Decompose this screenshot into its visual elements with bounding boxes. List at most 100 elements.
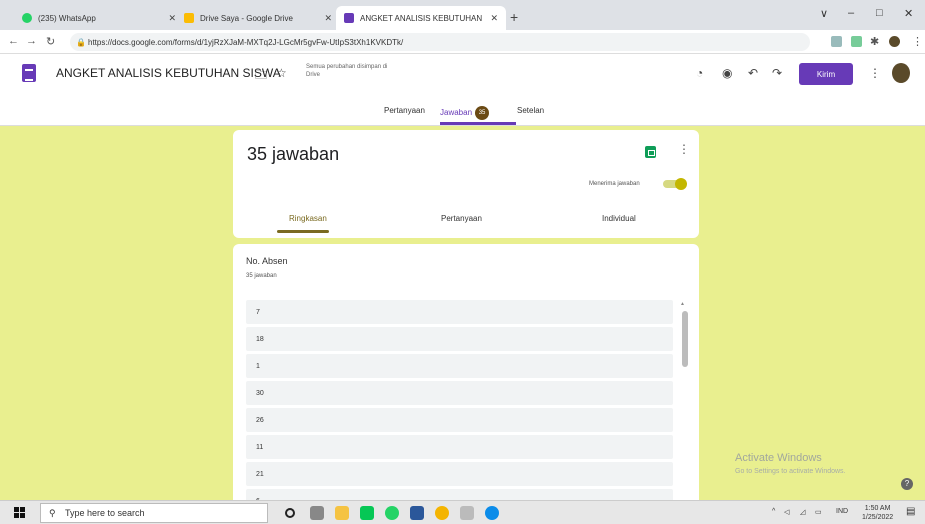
- tab-search-icon[interactable]: ∨: [820, 7, 828, 20]
- list-item: 18: [246, 327, 673, 351]
- clock[interactable]: 1:50 AM 1/25/2022: [862, 504, 893, 522]
- palette-icon[interactable]: ◔: [696, 66, 703, 80]
- list-item: 1: [246, 354, 673, 378]
- scrollbar-thumb[interactable]: [682, 311, 688, 367]
- accepting-responses-toggle[interactable]: [663, 178, 687, 190]
- network-icon[interactable]: ◿: [800, 508, 805, 516]
- list-item: 6: [246, 489, 673, 500]
- close-tab-icon[interactable]: ✕: [490, 13, 498, 24]
- notification-icon[interactable]: ▤: [906, 506, 915, 517]
- send-button[interactable]: Kirim: [799, 63, 853, 85]
- responses-card: 35 jawaban ⋮ Menerima jawaban Ringkasan …: [233, 130, 699, 238]
- line-icon[interactable]: [360, 506, 374, 520]
- whatsapp-icon: [22, 13, 32, 23]
- reload-icon[interactable]: ↻: [46, 35, 55, 48]
- file-explorer-icon[interactable]: [335, 506, 349, 520]
- taskbar: ⚲ Type here to search ^ ◁ ◿ ▭ IND 1:50 A…: [0, 500, 925, 524]
- preview-eye-icon[interactable]: ◉: [722, 66, 732, 80]
- word-icon[interactable]: [410, 506, 424, 520]
- new-tab-button[interactable]: +: [510, 9, 518, 25]
- close-window-button[interactable]: ✕: [904, 7, 913, 20]
- more-options-icon[interactable]: ⋮: [869, 66, 881, 80]
- tab-label: ANGKET ANALISIS KEBUTUHAN: [360, 13, 483, 23]
- app-icon[interactable]: [460, 506, 474, 520]
- tray-chevron-icon[interactable]: ^: [772, 508, 775, 515]
- responses-count-title: 35 jawaban: [247, 144, 340, 164]
- tab-google-drive[interactable]: Drive Saya - Google Drive ✕: [176, 6, 340, 30]
- activate-windows-title: Activate Windows: [735, 452, 822, 464]
- windows-start-icon[interactable]: [14, 507, 25, 518]
- extension-icon[interactable]: [851, 36, 862, 47]
- close-tab-icon[interactable]: ✕: [324, 13, 332, 24]
- activate-windows-subtitle: Go to Settings to activate Windows.: [735, 468, 846, 475]
- language-indicator[interactable]: IND: [836, 508, 848, 515]
- toggle-knob: [675, 178, 687, 190]
- list-item: 7: [246, 300, 673, 324]
- list-item: 21: [246, 462, 673, 486]
- question-response-count: 35 jawaban: [246, 273, 277, 279]
- taskbar-search-input[interactable]: ⚲ Type here to search: [40, 503, 268, 523]
- back-arrow-icon[interactable]: ←: [8, 35, 19, 47]
- browser-tab-bar: (235) WhatsApp ✕ Drive Saya - Google Dri…: [0, 0, 925, 30]
- tab-label: (235) WhatsApp: [38, 13, 96, 23]
- maximize-button[interactable]: □: [876, 7, 883, 19]
- lock-icon: 🔒: [76, 37, 86, 47]
- question-title: No. Absen: [246, 256, 288, 266]
- more-options-icon[interactable]: ⋮: [678, 142, 690, 156]
- search-placeholder: Type here to search: [65, 508, 145, 518]
- browser-menu-icon[interactable]: ⋮: [912, 35, 923, 48]
- list-item: 26: [246, 408, 673, 432]
- tab-settings[interactable]: Setelan: [517, 106, 544, 115]
- url-input[interactable]: 🔒 https://docs.google.com/forms/d/1yjRzX…: [70, 33, 810, 51]
- tab-individual[interactable]: Individual: [602, 214, 636, 223]
- address-bar-row: ← → ↻ 🔒 https://docs.google.com/forms/d/…: [0, 30, 925, 54]
- list-item: 30: [246, 381, 673, 405]
- answer-list[interactable]: 7 18 1 30 26 11 21 6: [246, 300, 673, 500]
- folder-icon[interactable]: 🗀: [255, 66, 267, 87]
- clock-date: 1/25/2022: [862, 514, 894, 521]
- form-title[interactable]: ANGKET ANALISIS KEBUTUHAN SISWA: [56, 66, 281, 80]
- tab-questions[interactable]: Pertanyaan: [384, 106, 425, 115]
- close-tab-icon[interactable]: ✕: [168, 13, 176, 24]
- edge-icon[interactable]: [485, 506, 499, 520]
- avatar[interactable]: [892, 63, 910, 83]
- redo-icon[interactable]: ↷: [772, 66, 782, 80]
- google-forms-logo-icon[interactable]: [22, 64, 36, 82]
- forward-arrow-icon[interactable]: →: [26, 35, 37, 47]
- scroll-up-arrow-icon[interactable]: ▲: [680, 301, 685, 307]
- tab-responses[interactable]: Jawaban 35: [440, 106, 490, 120]
- star-icon[interactable]: ☆: [276, 66, 287, 80]
- puzzle-icon[interactable]: ✱: [870, 35, 879, 48]
- cortana-icon[interactable]: [285, 508, 295, 518]
- google-sheets-icon[interactable]: [645, 146, 656, 158]
- search-icon: ⚲: [49, 507, 56, 518]
- tab-google-forms[interactable]: ANGKET ANALISIS KEBUTUHAN ✕: [336, 6, 506, 30]
- tab-summary[interactable]: Ringkasan: [289, 214, 327, 223]
- save-status: Semua perubahan disimpan di Drive: [306, 64, 388, 78]
- tab-question[interactable]: Pertanyaan: [441, 214, 482, 223]
- url-text: https://docs.google.com/forms/d/1yjRzXJa…: [88, 37, 404, 47]
- accepting-responses-label: Menerima jawaban: [589, 181, 640, 187]
- form-header: ANGKET ANALISIS KEBUTUHAN SISWA 🗀 ☆ Semu…: [0, 54, 925, 126]
- battery-icon[interactable]: ▭: [815, 508, 822, 516]
- tab-responses-label: Jawaban: [440, 108, 473, 118]
- chrome-icon[interactable]: [435, 506, 449, 520]
- profile-avatar[interactable]: [889, 36, 900, 47]
- undo-icon[interactable]: ↶: [748, 66, 758, 80]
- whatsapp-icon[interactable]: [385, 506, 399, 520]
- active-subtab-indicator: [277, 230, 329, 233]
- active-tab-indicator: [440, 122, 516, 125]
- task-view-icon[interactable]: [310, 506, 324, 520]
- list-item: 11: [246, 435, 673, 459]
- tab-label: Drive Saya - Google Drive: [200, 13, 293, 23]
- help-icon[interactable]: ?: [901, 478, 913, 490]
- google-forms-icon: [344, 13, 354, 23]
- volume-icon[interactable]: ◁: [784, 508, 789, 516]
- response-count-badge: 35: [475, 106, 490, 120]
- clock-time: 1:50 AM: [864, 505, 891, 512]
- question-summary-card: No. Absen 35 jawaban 7 18 1 30 26 11 21 …: [233, 244, 699, 500]
- tab-whatsapp[interactable]: (235) WhatsApp ✕: [14, 6, 184, 30]
- extension-icon[interactable]: [831, 36, 842, 47]
- google-drive-icon: [184, 13, 194, 23]
- minimize-button[interactable]: –: [848, 7, 854, 19]
